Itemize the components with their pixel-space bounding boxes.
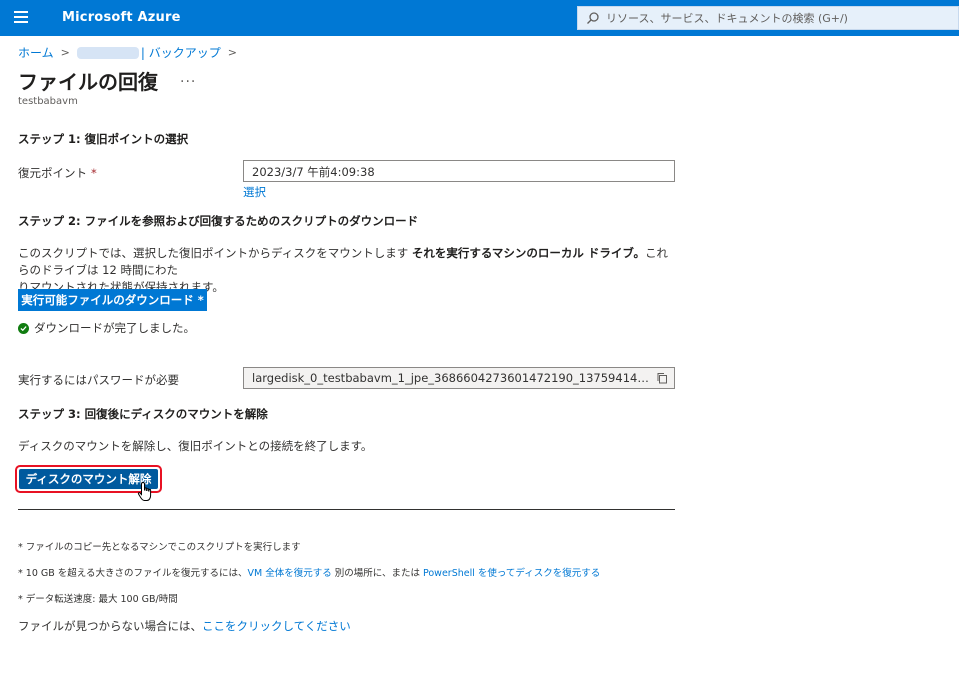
more-options-icon[interactable]: ··· — [180, 74, 196, 90]
note2-prefix: * 10 GB を超える大きさのファイルを復元するには、 — [18, 568, 248, 579]
breadcrumb-redacted-vault[interactable] — [76, 46, 139, 59]
step2-heading: ステップ 2: ファイルを参照および回復するためのスクリプトのダウンロード — [18, 214, 419, 228]
footer-prefix: ファイルが見つからない場合には、 — [18, 619, 202, 633]
select-restore-point-link[interactable]: 選択 — [243, 184, 266, 200]
step1-heading: ステップ 1: 復旧ポイントの選択 — [18, 132, 189, 146]
step3-heading: ステップ 3: 回復後にディスクのマウントを解除 — [18, 407, 268, 421]
note-run-script: * ファイルのコピー先となるマシンでこのスクリプトを実行します — [18, 542, 301, 553]
step2-desc-part1: このスクリプトでは、選択した復旧ポイントからディスクをマウントします — [18, 246, 412, 260]
divider — [18, 509, 675, 510]
top-bar: Microsoft Azure — [0, 0, 959, 36]
breadcrumb-backup[interactable]: | バックアップ — [141, 44, 221, 61]
checkmark-icon — [18, 322, 29, 334]
note2-middle: 別の場所に、または — [331, 568, 423, 579]
required-marker: * — [91, 166, 97, 180]
powershell-restore-link[interactable]: PowerShell を使ってディスクを復元する — [423, 568, 600, 579]
download-status: ダウンロードが完了しました。 — [18, 320, 195, 336]
title-row: ファイルの回復 ··· — [18, 66, 196, 95]
chevron-right-icon: > — [227, 46, 237, 59]
search-input[interactable] — [606, 11, 946, 25]
brand-title[interactable]: Microsoft Azure — [62, 10, 181, 25]
files-not-found-line: ファイルが見つからない場合には、ここをクリックしてください — [18, 618, 351, 634]
breadcrumb-home[interactable]: ホーム — [18, 44, 54, 61]
copy-icon[interactable] — [656, 372, 668, 384]
restore-point-label-text: 復元ポイント — [18, 166, 87, 180]
note-transfer-rate: * データ転送速度: 最大 100 GB/時間 — [18, 594, 178, 605]
restore-point-field[interactable]: 2023/3/7 午前4:09:38 — [243, 160, 675, 182]
search-icon — [587, 12, 599, 24]
chevron-right-icon: > — [60, 46, 70, 59]
hand-cursor-icon — [137, 481, 152, 501]
step2-desc-bold: それを実行するマシンのローカル ドライブ。 — [411, 246, 646, 260]
global-search[interactable] — [577, 6, 959, 30]
download-executable-button[interactable]: 実行可能ファイルのダウンロード * — [18, 289, 207, 311]
restore-full-vm-link[interactable]: VM 全体を復元する — [248, 568, 332, 579]
download-status-text: ダウンロードが完了しました。 — [34, 321, 195, 335]
password-field[interactable]: largedisk_0_testbabavm_1_jpe_36866042736… — [243, 367, 675, 389]
hamburger-menu-icon[interactable] — [14, 11, 28, 25]
page-title: ファイルの回復 — [18, 70, 158, 94]
password-label: 実行するにはパスワードが必要 — [18, 373, 179, 387]
click-here-link[interactable]: ここをクリックしてください — [202, 619, 351, 633]
restore-point-label: 復元ポイント * — [18, 165, 97, 181]
step3-description: ディスクのマウントを解除し、復旧ポイントとの接続を終了します。 — [18, 439, 373, 453]
page-subtitle: testbabavm — [18, 96, 78, 107]
password-value: largedisk_0_testbabavm_1_jpe_36866042736… — [252, 371, 652, 385]
note-large-files: * 10 GB を超える大きさのファイルを復元するには、VM 全体を復元する 別… — [18, 565, 600, 579]
breadcrumb: ホーム > | バックアップ > — [18, 44, 244, 61]
